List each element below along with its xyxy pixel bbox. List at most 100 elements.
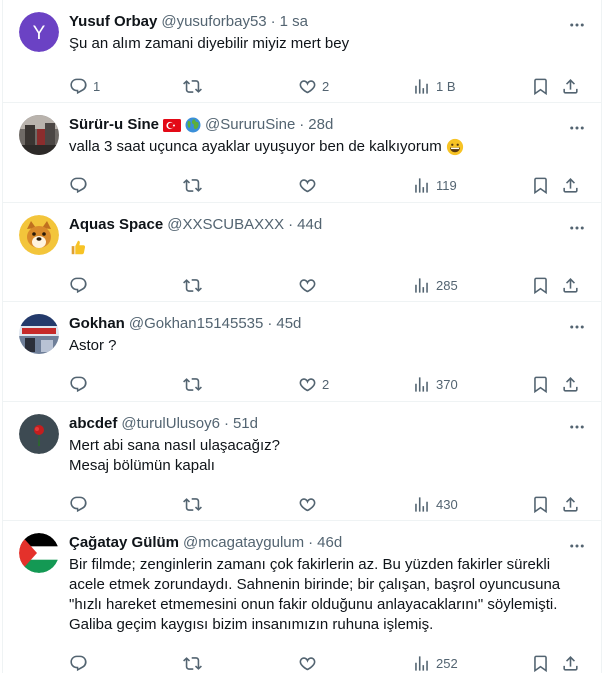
author-name[interactable]: Yusuf Orbay xyxy=(69,12,157,32)
share-button[interactable] xyxy=(561,374,580,394)
view-count: 370 xyxy=(436,376,458,392)
view-count: 430 xyxy=(436,496,458,512)
retweet-button[interactable] xyxy=(183,374,207,394)
bookmark-button[interactable] xyxy=(531,275,550,295)
reply-button[interactable] xyxy=(69,494,93,514)
reply-button[interactable]: 1 xyxy=(69,76,100,96)
analytics-icon xyxy=(415,376,428,392)
timestamp[interactable]: 1 sa xyxy=(280,12,308,32)
reply-button[interactable] xyxy=(69,653,93,673)
avatar[interactable] xyxy=(19,414,59,454)
timestamp[interactable]: 51d xyxy=(233,414,258,434)
bookmark-button[interactable] xyxy=(531,175,550,195)
like-button[interactable] xyxy=(298,275,322,295)
reply-button[interactable] xyxy=(69,374,93,394)
tweet[interactable]: Aquas Space @XXSCUBAXXX · 44d 285 xyxy=(3,203,601,302)
bookmark-icon xyxy=(534,376,547,393)
grinning-face-emoji-icon xyxy=(446,138,463,156)
like-button[interactable] xyxy=(298,653,322,673)
views-button[interactable]: 252 xyxy=(412,653,458,673)
timestamp[interactable]: 46d xyxy=(317,533,342,553)
views-button[interactable]: 1 B xyxy=(412,76,456,96)
retweet-button[interactable] xyxy=(183,494,207,514)
author-handle[interactable]: @turulUlusoy6 xyxy=(121,414,220,434)
more-options-icon[interactable] xyxy=(567,418,587,436)
heart-icon xyxy=(299,656,316,670)
bookmark-button[interactable] xyxy=(531,653,550,673)
views-button[interactable]: 430 xyxy=(412,494,458,514)
globe-icon xyxy=(185,117,201,133)
like-button[interactable]: 2 xyxy=(298,76,329,96)
tweet[interactable]: Y Yusuf Orbay @yusuforbay53 · 1 sa Şu an… xyxy=(3,0,601,103)
tweet-text: Astor ? xyxy=(69,337,117,354)
tweet[interactable]: Sürür-u Sine @SururuSine · 28d valla 3 s… xyxy=(3,103,601,203)
share-button[interactable] xyxy=(561,275,580,295)
reply-icon xyxy=(70,496,87,512)
author-name[interactable]: Aquas Space xyxy=(69,215,163,235)
like-button[interactable]: 2 xyxy=(298,374,329,394)
author-handle[interactable]: @yusuforbay53 xyxy=(161,12,266,32)
like-count: 2 xyxy=(322,376,330,392)
action-bar: 2 370 xyxy=(69,362,585,406)
share-button[interactable] xyxy=(561,76,580,96)
view-count: 285 xyxy=(436,277,458,293)
view-count: 1 B xyxy=(436,78,456,94)
views-button[interactable]: 370 xyxy=(412,374,458,394)
retweet-button[interactable] xyxy=(183,275,207,295)
share-button[interactable] xyxy=(561,494,580,514)
retweet-button[interactable] xyxy=(183,76,207,96)
reply-button[interactable] xyxy=(69,275,93,295)
bookmark-icon xyxy=(534,655,547,672)
like-button[interactable] xyxy=(298,494,322,514)
like-count: 2 xyxy=(322,78,330,94)
retweet-button[interactable] xyxy=(183,175,207,195)
retweet-button[interactable] xyxy=(183,653,207,673)
author-name[interactable]: abcdef xyxy=(69,414,117,434)
timestamp[interactable]: 44d xyxy=(297,215,322,235)
more-options-icon[interactable] xyxy=(567,219,587,237)
bookmark-button[interactable] xyxy=(531,374,550,394)
tweet[interactable]: Çağatay Gülüm @mcagataygulum · 46d Bir f… xyxy=(3,521,601,673)
avatar[interactable] xyxy=(19,533,59,573)
more-options-icon[interactable] xyxy=(567,537,587,555)
share-button[interactable] xyxy=(561,175,580,195)
more-options-icon[interactable] xyxy=(567,318,587,336)
action-bar: 285 xyxy=(69,263,585,307)
reply-icon xyxy=(70,655,87,671)
avatar[interactable]: Y xyxy=(19,12,59,52)
heart-icon xyxy=(299,377,316,391)
author-handle[interactable]: @Gokhan15145535 xyxy=(129,314,264,334)
action-bar: 252 xyxy=(69,641,585,673)
avatar[interactable] xyxy=(19,115,59,155)
author-handle[interactable]: @SururuSine xyxy=(205,115,295,135)
like-button[interactable] xyxy=(298,175,322,195)
svg-text:Y: Y xyxy=(33,23,46,44)
heart-icon xyxy=(299,178,316,192)
more-options-icon[interactable] xyxy=(567,16,587,34)
avatar[interactable] xyxy=(19,314,59,354)
avatar[interactable] xyxy=(19,215,59,255)
share-button[interactable] xyxy=(561,653,580,673)
views-button[interactable]: 285 xyxy=(412,275,458,295)
reply-feed: Y Yusuf Orbay @yusuforbay53 · 1 sa Şu an… xyxy=(2,0,602,673)
heart-icon xyxy=(299,497,316,511)
author-handle[interactable]: @mcagataygulum xyxy=(183,533,304,553)
bookmark-icon xyxy=(534,277,547,294)
retweet-icon xyxy=(183,79,202,93)
tweet[interactable]: abcdef @turulUlusoy6 · 51d Mert abi sana… xyxy=(3,402,601,521)
bookmark-button[interactable] xyxy=(531,76,550,96)
author-name[interactable]: Gokhan xyxy=(69,314,125,334)
views-button[interactable]: 119 xyxy=(412,175,457,195)
author-handle[interactable]: @XXSCUBAXXX xyxy=(167,215,284,235)
author-name[interactable]: Sürür-u Sine xyxy=(69,115,159,135)
retweet-icon xyxy=(183,377,202,391)
more-options-icon[interactable] xyxy=(567,119,587,137)
tweet[interactable]: Gokhan @Gokhan15145535 · 45d Astor ? 2 3… xyxy=(3,302,601,402)
retweet-icon xyxy=(183,497,202,511)
share-icon xyxy=(563,78,578,94)
timestamp[interactable]: 45d xyxy=(276,314,301,334)
timestamp[interactable]: 28d xyxy=(308,115,333,135)
reply-button[interactable] xyxy=(69,175,93,195)
bookmark-button[interactable] xyxy=(531,494,550,514)
author-name[interactable]: Çağatay Gülüm xyxy=(69,533,179,553)
